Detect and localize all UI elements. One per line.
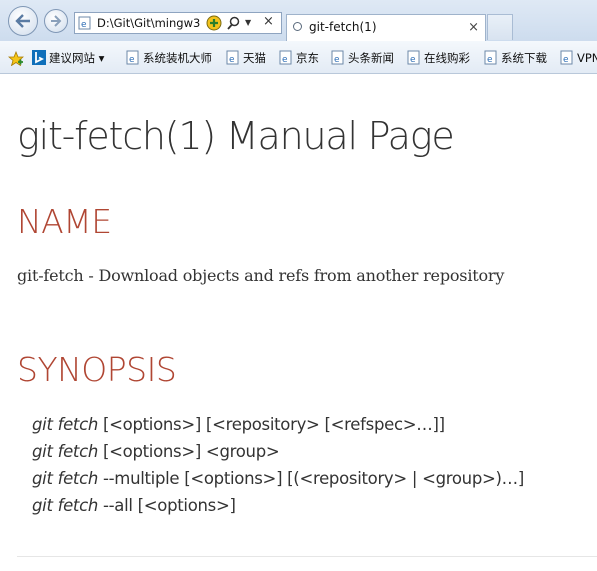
- synopsis-command: git fetch: [32, 415, 99, 434]
- svg-text:e: e: [563, 55, 569, 65]
- svg-text:e: e: [81, 20, 87, 30]
- favorite-item[interactable]: e 系统装机大师: [126, 49, 212, 67]
- favorite-suggested-sites[interactable]: 建议网站 ▾: [32, 49, 104, 67]
- synopsis-command: git fetch: [32, 496, 99, 515]
- favorite-label: 头条新闻: [348, 51, 394, 65]
- ie-page-icon: e: [279, 50, 292, 65]
- favorite-label: 在线购彩: [424, 51, 470, 65]
- section-divider: [17, 556, 597, 557]
- bing-icon: [32, 50, 46, 65]
- favorite-label: 系统装机大师: [143, 51, 212, 65]
- synopsis-line: git fetch --all [<options>]: [32, 492, 524, 519]
- synopsis-args: [<options>] [<repository> [<refspec>…​]]: [98, 415, 445, 434]
- synopsis-args: --all [<options>]: [98, 496, 236, 515]
- favorites-star-icon[interactable]: [8, 51, 24, 66]
- ie-page-icon: e: [126, 50, 139, 65]
- tab-git-fetch[interactable]: git-fetch(1) ×: [286, 14, 486, 41]
- favorite-item[interactable]: e 京东: [279, 49, 319, 67]
- address-dropdown-icon[interactable]: ▼: [245, 13, 251, 33]
- synopsis-heading: SYNOPSIS: [17, 350, 177, 389]
- tab-title: git-fetch(1): [309, 20, 377, 34]
- synopsis-line: git fetch --multiple [<options>] [(<repo…: [32, 465, 524, 492]
- synopsis-args: [<options>] <group>: [98, 442, 280, 461]
- name-heading: NAME: [17, 202, 112, 241]
- favorite-item[interactable]: e 在线购彩: [407, 49, 470, 67]
- synopsis-args: --multiple [<options>] [(<repository> | …: [98, 469, 525, 488]
- favorite-item[interactable]: e VPN: [560, 49, 597, 67]
- ie-page-icon: e: [331, 50, 344, 65]
- loading-icon: [293, 22, 302, 31]
- favorite-label: 天猫: [243, 51, 266, 65]
- search-icon[interactable]: [227, 16, 240, 30]
- svg-text:e: e: [282, 55, 288, 65]
- favorite-item[interactable]: e 天猫: [226, 49, 266, 67]
- page-favicon-icon: e: [78, 16, 91, 30]
- forward-button[interactable]: [44, 9, 68, 33]
- synopsis-line: git fetch [<options>] <group>: [32, 438, 524, 465]
- svg-text:e: e: [487, 55, 493, 65]
- name-description: git-fetch - Download objects and refs fr…: [17, 266, 505, 285]
- favorites-bar: 建议网站 ▾ e 系统装机大师 e 天猫 e 京东 e 头条新闻 e 在线购彩 e 系统下载…: [0, 41, 597, 74]
- favorite-label: 京东: [296, 51, 319, 65]
- page-title: git-fetch(1) Manual Page: [17, 114, 455, 158]
- stop-icon[interactable]: ×: [263, 12, 274, 32]
- address-url[interactable]: D:\Git\Git\mingw3: [97, 13, 215, 33]
- page-content: git-fetch(1) Manual Page NAME git-fetch …: [0, 74, 597, 571]
- tab-close-icon[interactable]: ×: [468, 15, 479, 40]
- address-bar[interactable]: e D:\Git\Git\mingw3 ▼ ×: [74, 12, 282, 34]
- ie-page-icon: e: [407, 50, 420, 65]
- synopsis-command: git fetch: [32, 442, 99, 461]
- ie-page-icon: e: [226, 50, 239, 65]
- svg-text:e: e: [410, 55, 416, 65]
- compatibility-view-icon[interactable]: [206, 15, 222, 31]
- svg-text:e: e: [229, 55, 235, 65]
- svg-text:e: e: [129, 55, 135, 65]
- synopsis-command: git fetch: [32, 469, 99, 488]
- forward-arrow-icon: [51, 15, 62, 27]
- ie-page-icon: e: [484, 50, 497, 65]
- browser-toolbar: e D:\Git\Git\mingw3 ▼ × git-fetch(1) ×: [0, 0, 597, 42]
- back-button[interactable]: [8, 6, 38, 36]
- favorite-label: 系统下载: [501, 51, 547, 65]
- svg-text:e: e: [334, 55, 340, 65]
- favorite-item[interactable]: e 系统下载: [484, 49, 547, 67]
- ie-page-icon: e: [560, 50, 573, 65]
- back-arrow-icon: [15, 14, 30, 28]
- synopsis-line: git fetch [<options>] [<repository> [<re…: [32, 411, 524, 438]
- favorite-item[interactable]: e 头条新闻: [331, 49, 394, 67]
- favorite-label: 建议网站 ▾: [49, 51, 105, 65]
- favorite-label: VPN: [577, 51, 597, 65]
- synopsis-block: git fetch [<options>] [<repository> [<re…: [32, 411, 524, 519]
- new-tab-button[interactable]: [487, 14, 513, 40]
